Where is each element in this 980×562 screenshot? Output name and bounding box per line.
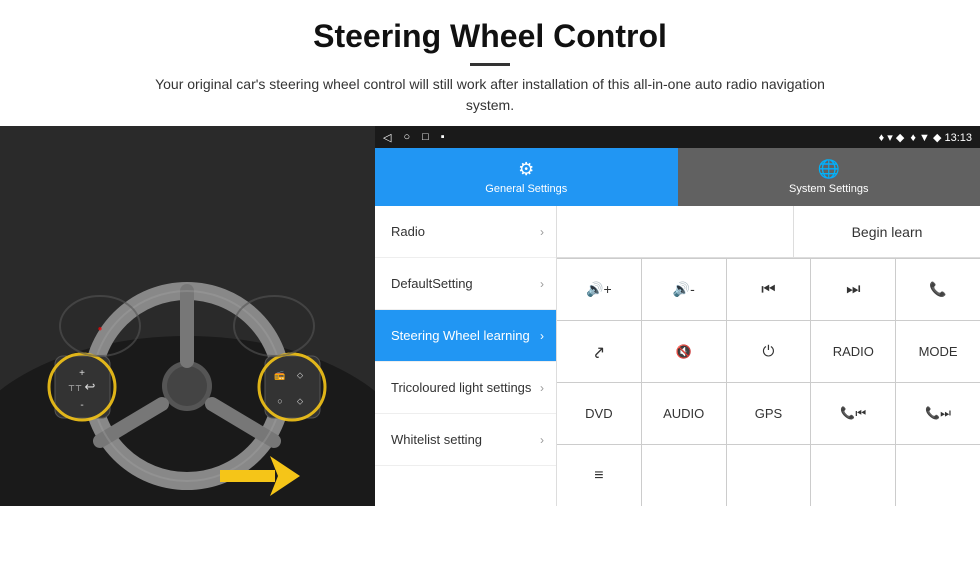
next-track-icon: ⏭ xyxy=(846,281,860,299)
gps-button[interactable]: GPS xyxy=(727,383,811,444)
svg-text:●: ● xyxy=(98,324,103,333)
vol-up-button[interactable]: 🔊+ xyxy=(557,259,641,320)
list-icon: ≡ xyxy=(594,467,603,485)
call-prev-icon: 📞⏮ xyxy=(840,406,866,421)
menu-item-default-setting[interactable]: DefaultSetting › xyxy=(375,258,556,310)
empty-btn-4 xyxy=(896,445,980,506)
chevron-icon: › xyxy=(540,277,544,291)
power-button[interactable]: ⏻ xyxy=(727,321,811,382)
mode-button[interactable]: MODE xyxy=(896,321,980,382)
tab-general-settings[interactable]: ⚙ General Settings xyxy=(375,148,678,206)
menu-item-whitelist[interactable]: Whitelist setting › xyxy=(375,414,556,466)
empty-btn-1 xyxy=(642,445,726,506)
call-icon: 📞 xyxy=(929,281,946,298)
right-panel: Begin learn 🔊+ 🔊- ⏮ ⏭ xyxy=(557,206,980,506)
menu-nav-icon[interactable]: ▪ xyxy=(441,131,445,144)
home-nav-icon[interactable]: ○ xyxy=(403,131,410,144)
dvd-button[interactable]: DVD xyxy=(557,383,641,444)
android-ui: ◁ ○ □ ▪ ♦ ▾ ◆ ♦ ▼ ◆ 13:13 ⚙ General Sett… xyxy=(375,126,980,506)
list-icon-button[interactable]: ≡ xyxy=(557,445,641,506)
vol-up-icon: 🔊+ xyxy=(586,281,612,298)
menu-tricoloured-label: Tricoloured light settings xyxy=(391,380,531,395)
begin-learn-row: Begin learn xyxy=(557,206,980,258)
vol-down-icon: 🔊- xyxy=(673,281,695,298)
begin-learn-button[interactable]: Begin learn xyxy=(794,206,980,257)
empty-btn-3 xyxy=(811,445,895,506)
svg-text:+: + xyxy=(79,368,85,379)
svg-text:-: - xyxy=(80,400,83,411)
radio-button[interactable]: RADIO xyxy=(811,321,895,382)
call-prev-button[interactable]: 📞⏮ xyxy=(811,383,895,444)
menu-whitelist-label: Whitelist setting xyxy=(391,432,482,447)
menu-default-label: DefaultSetting xyxy=(391,276,473,291)
menu-item-radio[interactable]: Radio › xyxy=(375,206,556,258)
next-track-button[interactable]: ⏭ xyxy=(811,259,895,320)
chevron-icon: › xyxy=(540,329,544,343)
back-nav-icon[interactable]: ◁ xyxy=(383,131,391,144)
call-button[interactable]: 📞 xyxy=(896,259,980,320)
call-next-button[interactable]: 📞⏭ xyxy=(896,383,980,444)
chevron-icon: › xyxy=(540,433,544,447)
main-content: + ⊤⊤ - ↩ 📻 ⬦ ○ ⬦ ● xyxy=(0,126,980,506)
system-settings-icon: 🌐 xyxy=(818,159,840,180)
content-area: Radio › DefaultSetting › Steering Wheel … xyxy=(375,206,980,506)
gps-label: GPS xyxy=(755,406,782,421)
car-steering-image: + ⊤⊤ - ↩ 📻 ⬦ ○ ⬦ ● xyxy=(0,126,375,506)
status-bar: ◁ ○ □ ▪ ♦ ▾ ◆ ♦ ▼ ◆ 13:13 xyxy=(375,126,980,148)
tab-general-label: General Settings xyxy=(485,183,567,195)
tab-system-settings[interactable]: 🌐 System Settings xyxy=(678,148,980,206)
audio-button[interactable]: AUDIO xyxy=(642,383,726,444)
left-menu: Radio › DefaultSetting › Steering Wheel … xyxy=(375,206,557,506)
svg-text:⬦: ⬦ xyxy=(297,370,304,380)
mute-button[interactable]: 🔇 xyxy=(642,321,726,382)
status-bar-info: ♦ ▾ ◆ ♦ ▼ ◆ 13:13 xyxy=(879,131,972,144)
menu-steering-label: Steering Wheel learning xyxy=(391,328,530,343)
title-divider xyxy=(470,63,510,66)
vol-down-button[interactable]: 🔊- xyxy=(642,259,726,320)
status-bar-nav-icons: ◁ ○ □ ▪ xyxy=(383,131,445,144)
call-next-icon: 📞⏭ xyxy=(925,406,951,421)
svg-text:📻: 📻 xyxy=(274,370,285,380)
hang-up-icon: ↩ xyxy=(587,340,611,364)
svg-text:⬦: ⬦ xyxy=(297,396,304,406)
svg-text:↩: ↩ xyxy=(85,379,96,394)
svg-text:○: ○ xyxy=(277,396,282,406)
general-settings-icon: ⚙ xyxy=(518,159,534,180)
dvd-label: DVD xyxy=(585,406,612,421)
page-title: Steering Wheel Control xyxy=(40,18,940,55)
app-bar: ⚙ General Settings 🌐 System Settings xyxy=(375,148,980,206)
signal-icon: ♦ ▾ ◆ xyxy=(879,131,905,144)
prev-track-button[interactable]: ⏮ xyxy=(727,259,811,320)
tab-system-label: System Settings xyxy=(789,183,868,195)
chevron-icon: › xyxy=(540,381,544,395)
radio-label: RADIO xyxy=(833,344,874,359)
chevron-icon: › xyxy=(540,225,544,239)
page-description: Your original car's steering wheel contr… xyxy=(140,74,840,116)
menu-item-steering-wheel[interactable]: Steering Wheel learning › xyxy=(375,310,556,362)
recents-nav-icon[interactable]: □ xyxy=(422,131,429,144)
audio-label: AUDIO xyxy=(663,406,704,421)
mode-label: MODE xyxy=(919,344,958,359)
car-image-section: + ⊤⊤ - ↩ 📻 ⬦ ○ ⬦ ● xyxy=(0,126,375,506)
svg-text:⊤⊤: ⊤⊤ xyxy=(68,384,82,393)
hang-up-button[interactable]: ↩ xyxy=(557,321,641,382)
empty-btn-2 xyxy=(727,445,811,506)
prev-track-icon: ⏮ xyxy=(761,281,775,299)
button-grid: 🔊+ 🔊- ⏮ ⏭ 📞 ↩ xyxy=(557,258,980,506)
power-icon: ⏻ xyxy=(763,343,775,360)
mute-icon: 🔇 xyxy=(676,344,692,360)
menu-item-tricoloured[interactable]: Tricoloured light settings › xyxy=(375,362,556,414)
clock: ♦ ▼ ◆ 13:13 xyxy=(910,131,972,144)
page-header: Steering Wheel Control Your original car… xyxy=(0,0,980,126)
menu-radio-label: Radio xyxy=(391,224,425,239)
empty-space xyxy=(557,206,794,257)
